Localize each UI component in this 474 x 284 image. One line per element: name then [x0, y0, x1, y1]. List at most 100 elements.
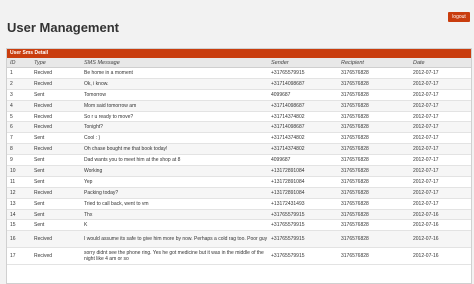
table-row[interactable]: 8 Recived Oh chase bought me that book tod…	[7, 143, 471, 156]
table-row[interactable]: 16 Recived I would assume its safe to give…	[7, 230, 471, 249]
cell-sender: +31714374802	[268, 111, 338, 123]
cell-recipient: 3176576828	[338, 247, 410, 266]
cell-type: Recived	[31, 111, 81, 123]
table-row[interactable]: 10 Sent Working +13172891084 3176576828 2012-…	[7, 165, 471, 177]
panel-title: User Sms Detail	[7, 49, 471, 58]
cell-message: Mom said tomorrow am	[81, 100, 268, 112]
cell-message: Oh chase bought me that book today!	[81, 143, 268, 156]
cell-id: 9	[7, 154, 31, 167]
page-title: User Management	[7, 20, 119, 35]
cell-date: 2012-07-17	[410, 165, 471, 177]
cell-id: 17	[7, 247, 31, 266]
table-row[interactable]: 12 Recived Packing today? +13172891084 31765…	[7, 187, 471, 199]
cell-recipient: 3176576828	[338, 209, 410, 221]
cell-type: Recived	[31, 78, 81, 90]
cell-recipient: 3176576828	[338, 230, 410, 249]
table-row[interactable]: 6 Recived Tonight? +31714098687 3176576828 20…	[7, 121, 471, 134]
cell-sender: +13172891084	[268, 165, 338, 177]
column-header-date[interactable]: Date	[410, 58, 471, 68]
cell-recipient: 3176576828	[338, 121, 410, 134]
cell-id: 13	[7, 198, 31, 210]
cell-sender: 4099687	[268, 154, 338, 167]
cell-sender: +31714374802	[268, 132, 338, 145]
cell-type: Recived	[31, 100, 81, 112]
column-header-recipient[interactable]: Recipient	[338, 58, 410, 68]
cell-type: Sent	[31, 209, 81, 221]
table-row[interactable]: 3 Sent Tomorrow 4099687 3176576828 2012-07-17	[7, 89, 471, 101]
column-header-sender[interactable]: Sender	[268, 58, 338, 68]
cell-recipient: 3176576828	[338, 132, 410, 145]
cell-recipient: 3176576828	[338, 111, 410, 123]
column-header-type[interactable]: Type	[31, 58, 81, 68]
cell-date: 2012-07-16	[410, 209, 471, 221]
cell-type: Sent	[31, 198, 81, 210]
cell-sender: +31714098687	[268, 100, 338, 112]
table-row[interactable]: 5 Recived So r u ready to move? +3171437480…	[7, 111, 471, 123]
logout-button[interactable]: logout	[448, 12, 470, 22]
cell-id: 15	[7, 219, 31, 232]
cell-type: Recived	[31, 230, 81, 249]
cell-date: 2012-07-17	[410, 121, 471, 134]
sms-detail-panel: User Sms Detail ID Type SMS Message Send…	[6, 48, 472, 284]
cell-sender: +31714374802	[268, 143, 338, 156]
cell-id: 5	[7, 111, 31, 123]
cell-sender: +31714098687	[268, 121, 338, 134]
table-row[interactable]: 1 Recived Be home in a moment +31765579915 3…	[7, 67, 471, 79]
cell-recipient: 3176576828	[338, 89, 410, 101]
app-header: User Management logout	[0, 0, 474, 44]
cell-date: 2012-07-17	[410, 198, 471, 210]
cell-message: Cool : )	[81, 132, 268, 145]
cell-date: 2012-07-17	[410, 143, 471, 156]
cell-date: 2012-07-17	[410, 132, 471, 145]
cell-date: 2012-07-17	[410, 78, 471, 90]
cell-recipient: 3176576828	[338, 143, 410, 156]
cell-recipient: 3176576828	[338, 219, 410, 232]
cell-message: Dad wants you to meet him at the shop at…	[81, 154, 268, 167]
cell-message: I would assume its safe to give him more…	[81, 230, 268, 249]
table-row[interactable]: 17 Recived sorry didnt see the phone ring.…	[7, 247, 471, 266]
cell-date: 2012-07-17	[410, 89, 471, 101]
cell-id: 10	[7, 165, 31, 177]
cell-message: Tried to call back, went to vm	[81, 198, 268, 210]
table-row[interactable]: 13 Sent Tried to call back, went to vm +131…	[7, 198, 471, 210]
cell-recipient: 3176576828	[338, 176, 410, 188]
cell-type: Recived	[31, 247, 81, 266]
cell-id: 16	[7, 230, 31, 249]
cell-message: Be home in a moment	[81, 67, 268, 79]
cell-sender: 4099687	[268, 89, 338, 101]
cell-id: 7	[7, 132, 31, 145]
cell-message: Ok, i know.	[81, 78, 268, 90]
cell-date: 2012-07-17	[410, 176, 471, 188]
cell-date: 2012-07-17	[410, 187, 471, 199]
table-row[interactable]: 15 Sent K +31765579915 3176576828 2012-07-16	[7, 219, 471, 232]
cell-message: sorry didnt see the phone ring. Yes he g…	[81, 247, 268, 266]
cell-date: 2012-07-17	[410, 100, 471, 112]
column-header-id[interactable]: ID	[7, 58, 31, 68]
cell-message: Thx	[81, 209, 268, 221]
table-row[interactable]: 4 Recived Mom said tomorrow am +31714098687…	[7, 100, 471, 112]
cell-id: 3	[7, 89, 31, 101]
table-row[interactable]: 11 Sent Yep +13172891084 3176576828 2012-07-1…	[7, 176, 471, 188]
cell-recipient: 3176576828	[338, 78, 410, 90]
column-header-message[interactable]: SMS Message	[81, 58, 268, 68]
cell-message: Yep	[81, 176, 268, 188]
table-row[interactable]: 14 Sent Thx +31765579915 3176576828 2012-07-1…	[7, 209, 471, 221]
cell-message: Tonight?	[81, 121, 268, 134]
cell-date: 2012-07-17	[410, 111, 471, 123]
cell-message: Packing today?	[81, 187, 268, 199]
cell-recipient: 3176576828	[338, 165, 410, 177]
cell-type: Sent	[31, 165, 81, 177]
cell-sender: +13172891084	[268, 187, 338, 199]
cell-sender: +13172891084	[268, 176, 338, 188]
table-row[interactable]: 9 Sent Dad wants you to meet him at the sh…	[7, 154, 471, 167]
cell-sender: +31765579915	[268, 219, 338, 232]
cell-type: Recived	[31, 143, 81, 156]
cell-message: Tomorrow	[81, 89, 268, 101]
cell-message: So r u ready to move?	[81, 111, 268, 123]
cell-id: 6	[7, 121, 31, 134]
table-row[interactable]: 2 Recived Ok, i know. +31714098687 317657682…	[7, 78, 471, 90]
cell-sender: +31765579915	[268, 67, 338, 79]
table-row[interactable]: 7 Sent Cool : ) +31714374802 3176576828 2012-…	[7, 132, 471, 145]
cell-message: Working	[81, 165, 268, 177]
table-header-row: ID Type SMS Message Sender Recipient Dat…	[7, 58, 471, 68]
